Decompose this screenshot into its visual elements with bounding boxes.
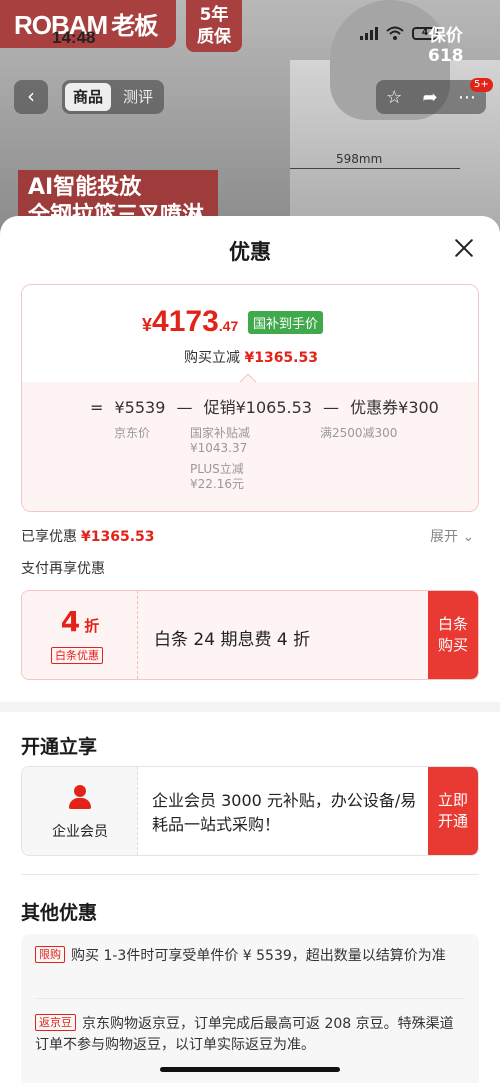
discount-sheet: 优惠 ¥4173.47 国补到手价 购买立减 ¥1365.53 = ¥5539 … [0, 216, 500, 1083]
discount-value: 4折 [60, 605, 100, 638]
person-icon [67, 785, 93, 811]
warranty-badge: 5年 质保 [186, 0, 242, 52]
purchase-discount: 购买立减 ¥1365.53 [184, 350, 318, 366]
plus-note: PLUS立减 ¥22.16元 [190, 462, 244, 491]
open-section-title: 开通立享 [21, 736, 98, 758]
cart-badge: 5+ [470, 78, 493, 92]
product-tabs: 商品 测评 [62, 80, 165, 114]
final-price: ¥4173.47 [142, 305, 239, 338]
jd-price-label: 京东价 [114, 426, 151, 440]
baitiao-desc: 白条 24 期息费 4 折 [154, 630, 311, 650]
list-item: 限购 购买 1-3件时可享受单件价 ¥ 5539，超出数量以结算价为准 [35, 946, 465, 967]
pay-more-label: 支付再享优惠 [21, 561, 105, 577]
coupon-note: 满2500减300 [320, 426, 398, 440]
baitiao-discount: 4折 白条优惠 [22, 591, 138, 679]
back-arrow-icon[interactable]: ‹ [14, 80, 48, 114]
other-section-title: 其他优惠 [21, 902, 98, 924]
chevron-down-icon: ⌄ [462, 529, 475, 545]
baitiao-buy-button[interactable]: 白条购买 [428, 591, 478, 679]
sheet-title: 优惠 [229, 240, 271, 264]
subsidy-note: 国家补贴减 ¥1043.37 [190, 426, 251, 455]
enjoyed-discount: 已享优惠 ¥1365.53 [21, 529, 155, 545]
section-divider-line [21, 874, 479, 875]
open-now-button[interactable]: 立即开通 [428, 767, 478, 855]
enterprise-desc: 企业会员 3000 元补贴，办公设备/易耗品一站式采购！ [152, 791, 417, 834]
subsidy-price-tag: 国补到手价 [248, 311, 324, 334]
limit-tag: 限购 [35, 946, 65, 963]
price-breakdown-card: ¥4173.47 国补到手价 购买立减 ¥1365.53 = ¥5539 — 促… [21, 284, 479, 512]
list-divider [35, 998, 465, 999]
status-time: 14:48 [52, 28, 96, 47]
jingdou-tag: 返京豆 [35, 1014, 76, 1031]
enterprise-label: 企业会员 [52, 824, 108, 840]
enterprise-badge: 企业会员 [22, 767, 138, 855]
share-icon[interactable]: ➦ [423, 87, 438, 108]
section-divider [0, 702, 500, 712]
tab-review[interactable]: 测评 [115, 83, 161, 111]
price-protect-badge[interactable]: 保价 618 [428, 26, 464, 66]
signal-icon [360, 26, 378, 40]
star-icon[interactable]: ☆ [386, 87, 402, 108]
home-indicator[interactable] [160, 1067, 340, 1072]
final-price-area: ¥4173.47 国补到手价 购买立减 ¥1365.53 [22, 285, 478, 382]
dimension-label: 598mm [336, 152, 383, 166]
price-formula: = ¥5539 — 促销¥1065.53 — 优惠券¥300 [90, 398, 439, 417]
other-offers-list: 限购 购买 1-3件时可享受单件价 ¥ 5539，超出数量以结算价为准 返京豆 京东… [21, 934, 479, 1083]
enterprise-member-card[interactable]: 企业会员 企业会员 3000 元补贴，办公设备/易耗品一站式采购！ 立即开通 [21, 766, 479, 856]
dimension-line [290, 168, 460, 169]
tab-product[interactable]: 商品 [65, 83, 112, 111]
expand-button[interactable]: 展开 ⌄ [430, 526, 474, 546]
list-item: 返京豆 京东购物返京豆，订单完成后最高可返 208 京豆。特殊渠道订单不参与购物返… [35, 1014, 454, 1053]
price-formula-area: = ¥5539 — 促销¥1065.53 — 优惠券¥300 京东价 国家补贴减… [22, 373, 478, 511]
close-icon[interactable] [452, 236, 476, 260]
baitiao-offer-card[interactable]: 4折 白条优惠 白条 24 期息费 4 折 白条购买 [21, 590, 479, 680]
product-page-background: ROBAM 老板 5年 质保 14:48 4 保价 618 ‹ 商品 测评 ☆ ➦… [0, 0, 500, 240]
status-icons: 4 [360, 26, 438, 40]
wifi-icon [386, 26, 404, 40]
baitiao-tag: 白条优惠 [51, 647, 103, 664]
